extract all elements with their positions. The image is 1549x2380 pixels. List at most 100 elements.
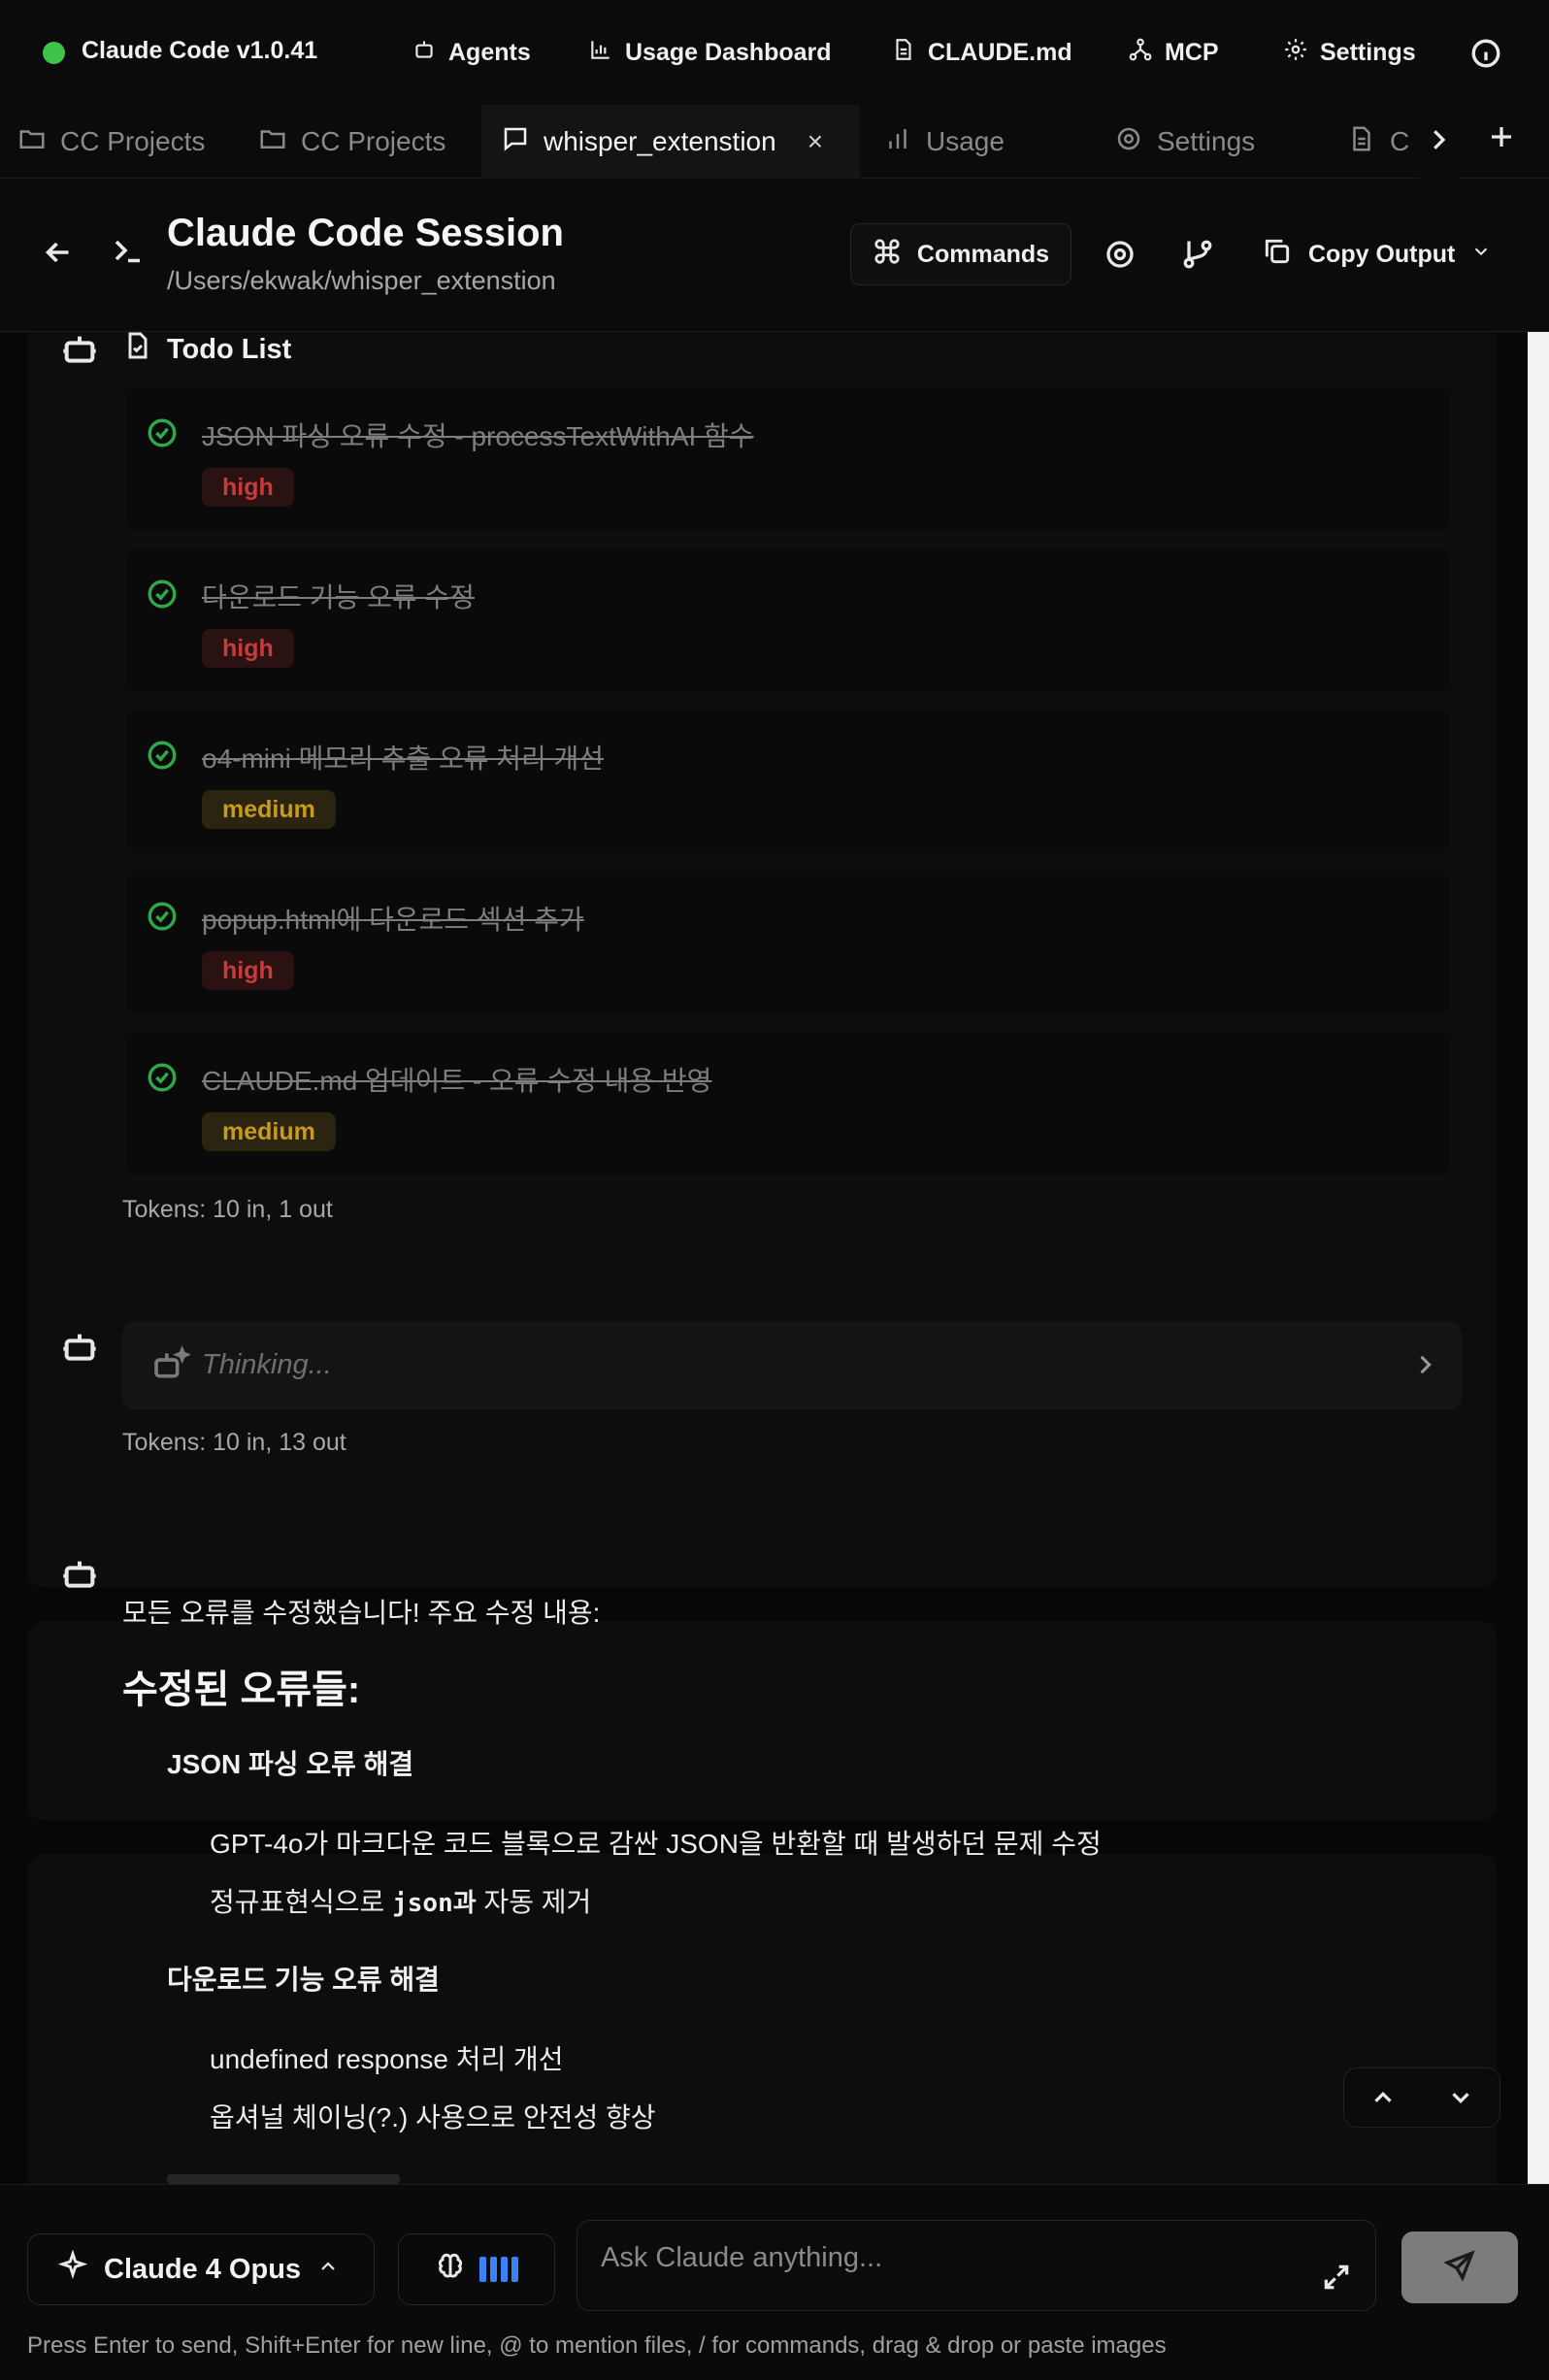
info-button[interactable] bbox=[1469, 37, 1502, 70]
thinking-toggle[interactable]: Thinking... bbox=[122, 1322, 1462, 1409]
thinking-mode-button[interactable] bbox=[398, 2233, 555, 2305]
session-path: /Users/ekwak/whisper_extenstion bbox=[167, 266, 556, 295]
sparkle-icon bbox=[57, 2249, 88, 2289]
check-circle-icon bbox=[146, 416, 179, 449]
chevron-up-icon bbox=[1374, 2091, 1392, 2102]
nav-claude-md-label: CLAUDE.md bbox=[928, 38, 1072, 66]
gear-icon bbox=[1103, 241, 1137, 276]
send-button[interactable] bbox=[1401, 2231, 1518, 2303]
list-item: GPT-4o가 마크다운 코드 블록으로 감싼 JSON을 반환할 때 발생하던… bbox=[210, 1829, 1102, 1859]
todo-item: 다운로드 기능 오류 수정 high bbox=[126, 549, 1450, 691]
message-intro: 모든 오류를 수정했습니다! 주요 수정 내용: bbox=[122, 1598, 601, 1628]
priority-badge: high bbox=[202, 629, 294, 668]
tab-bar: CC Projects CC Projects whisper_extensti… bbox=[0, 105, 1549, 179]
todo-list-title: Todo List bbox=[167, 333, 292, 365]
commands-button[interactable]: Commands bbox=[850, 223, 1071, 285]
list-item-text: 자동 제거 bbox=[476, 1887, 592, 1917]
list-item: 옵셔널 체이닝(?.) 사용으로 안전성 향상 bbox=[210, 2102, 656, 2132]
nav-agents-button[interactable]: Agents bbox=[412, 31, 531, 74]
plus-icon bbox=[1487, 127, 1516, 155]
document-icon bbox=[1347, 124, 1376, 160]
todo-item: JSON 파싱 오류 수정 - processTextWithAI 함수 hig… bbox=[126, 388, 1450, 530]
model-label: Claude 4 Opus bbox=[104, 2253, 302, 2285]
bot-avatar-icon bbox=[60, 330, 99, 369]
inline-code: json과 bbox=[392, 1889, 477, 1918]
list-item-text: 정규표현식으로 bbox=[210, 1887, 393, 1917]
list-item: undefined response 처리 개선 bbox=[210, 2044, 564, 2074]
bar-chart-icon bbox=[883, 124, 912, 160]
back-button[interactable] bbox=[41, 235, 76, 270]
tab-settings[interactable]: Settings bbox=[1114, 105, 1347, 179]
info-icon bbox=[1469, 39, 1502, 74]
command-key-icon bbox=[873, 237, 902, 273]
network-icon bbox=[1128, 37, 1153, 69]
thinking-message-card bbox=[27, 1621, 1497, 1821]
nav-settings-label: Settings bbox=[1320, 38, 1416, 66]
brain-icon bbox=[435, 2252, 466, 2288]
tab-document[interactable]: C bbox=[1347, 105, 1419, 179]
todo-text: CLAUDE.md 업데이트 - 오류 수정 내용 반영 bbox=[202, 1066, 712, 1096]
bot-avatar-icon bbox=[60, 1555, 99, 1594]
priority-badge: medium bbox=[202, 790, 336, 829]
checklist-icon bbox=[122, 330, 153, 369]
bar-chart-icon bbox=[588, 37, 613, 69]
tab-cc-projects-2[interactable]: CC Projects bbox=[258, 105, 491, 179]
chevron-right-icon bbox=[1411, 1351, 1438, 1378]
tab-close-button[interactable]: × bbox=[807, 126, 823, 157]
todo-item: o4-mini 메모리 추출 오류 처리 개선 medium bbox=[126, 711, 1450, 852]
nav-claude-md-button[interactable]: CLAUDE.md bbox=[891, 31, 1072, 74]
priority-badge: high bbox=[202, 951, 294, 990]
copy-output-button[interactable]: Copy Output bbox=[1262, 223, 1492, 285]
check-circle-icon bbox=[146, 1061, 179, 1094]
thinking-label: Thinking... bbox=[202, 1349, 332, 1380]
prompt-input[interactable] bbox=[601, 2238, 1280, 2277]
expand-button[interactable] bbox=[1321, 2262, 1352, 2293]
nav-mcp-button[interactable]: MCP bbox=[1128, 31, 1219, 74]
tab-label: CC Projects bbox=[60, 126, 206, 156]
priority-badge: high bbox=[202, 468, 294, 507]
branch-button[interactable] bbox=[1180, 237, 1215, 272]
tab-whisper-extenstion[interactable]: whisper_extenstion × bbox=[481, 105, 860, 179]
nav-usage-dashboard-button[interactable]: Usage Dashboard bbox=[588, 31, 832, 74]
section-title: JSON 파싱 오류 해결 bbox=[167, 1749, 414, 1779]
thinking-level-indicator bbox=[479, 2257, 518, 2282]
session-settings-button[interactable] bbox=[1103, 237, 1137, 272]
send-icon bbox=[1443, 2249, 1476, 2287]
arrow-left-icon bbox=[41, 242, 76, 274]
input-hint: Press Enter to send, Shift+Enter for new… bbox=[27, 2332, 1167, 2359]
git-branch-icon bbox=[1180, 240, 1215, 276]
tab-label: whisper_extenstion bbox=[544, 126, 776, 156]
nav-settings-button[interactable]: Settings bbox=[1283, 31, 1416, 74]
chevron-up-icon bbox=[316, 2254, 340, 2286]
todo-text: popup.html에 다운로드 섹션 추가 bbox=[202, 905, 584, 935]
scroll-down-button[interactable] bbox=[1446, 2083, 1475, 2112]
chevron-down-icon bbox=[1470, 241, 1492, 269]
todo-list-header: Todo List bbox=[122, 330, 291, 369]
new-tab-button[interactable] bbox=[1487, 122, 1526, 161]
app-title: Claude Code v1.0.41 bbox=[82, 37, 318, 64]
scroll-controls bbox=[1343, 2067, 1500, 2128]
message-heading: 수정된 오류들: bbox=[122, 1669, 361, 1711]
todo-item: popup.html에 다운로드 섹션 추가 high bbox=[126, 872, 1450, 1013]
priority-badge: medium bbox=[202, 1112, 336, 1151]
check-circle-icon bbox=[146, 578, 179, 611]
prompt-area: Claude 4 Opus Press Enter to send, Shift… bbox=[0, 2184, 1549, 2380]
scroll-up-button[interactable] bbox=[1368, 2083, 1398, 2112]
model-selector-button[interactable]: Claude 4 Opus bbox=[27, 2233, 375, 2305]
copy-output-label: Copy Output bbox=[1308, 240, 1456, 268]
tab-label: CC Projects bbox=[301, 126, 446, 156]
terminal-icon bbox=[111, 233, 149, 272]
nav-usage-dashboard-label: Usage Dashboard bbox=[625, 38, 832, 66]
tab-usage[interactable]: Usage bbox=[883, 105, 1077, 179]
bot-avatar-icon bbox=[60, 1328, 99, 1367]
token-count: Tokens: 10 in, 1 out bbox=[122, 1196, 333, 1223]
chevron-right-icon bbox=[1424, 125, 1453, 159]
top-bar: Claude Code v1.0.41 Agents Usage Dashboa… bbox=[0, 0, 1549, 105]
tab-scroll-right-button[interactable] bbox=[1419, 105, 1458, 179]
folder-icon bbox=[17, 124, 47, 160]
tab-cc-projects-1[interactable]: CC Projects bbox=[17, 105, 245, 179]
check-circle-icon bbox=[146, 900, 179, 933]
folder-icon bbox=[258, 124, 287, 160]
session-header: Claude Code Session /Users/ekwak/whisper… bbox=[0, 179, 1549, 332]
scrollbar[interactable] bbox=[1528, 332, 1549, 2184]
